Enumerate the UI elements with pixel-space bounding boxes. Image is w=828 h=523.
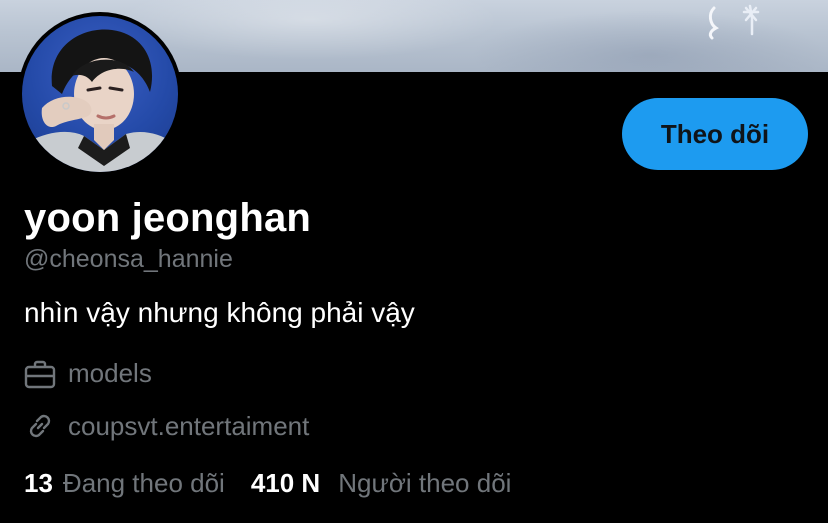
display-name: yoon jeonghan — [24, 196, 312, 240]
profile-bio: nhìn vậy nhưng không phải vậy — [24, 297, 415, 328]
occupation-row: models — [24, 358, 152, 389]
link-icon — [29, 414, 51, 438]
avatar-photo — [22, 16, 178, 172]
website-link[interactable]: coupsvt.entertaiment — [68, 411, 309, 442]
avatar[interactable] — [18, 12, 182, 176]
username-handle: @cheonsa_hannie — [24, 245, 233, 273]
following-label[interactable]: Đang theo dõi — [63, 468, 225, 499]
followers-count[interactable]: 410 N — [251, 468, 320, 499]
follow-stats: 13 Đang theo dõi 410 N Người theo dõi — [24, 468, 511, 499]
banner-cloud — [470, 10, 828, 72]
occupation-text: models — [68, 358, 152, 388]
briefcase-icon — [24, 360, 56, 388]
follow-button[interactable]: Theo dõi — [622, 98, 808, 170]
person-photo-icon — [22, 29, 178, 172]
following-count[interactable]: 13 — [24, 468, 53, 499]
followers-label[interactable]: Người theo dõi — [338, 468, 511, 499]
banner-decoration — [708, 4, 760, 40]
banner-cloud — [120, 0, 500, 60]
website-row: coupsvt.entertaiment — [24, 410, 309, 442]
